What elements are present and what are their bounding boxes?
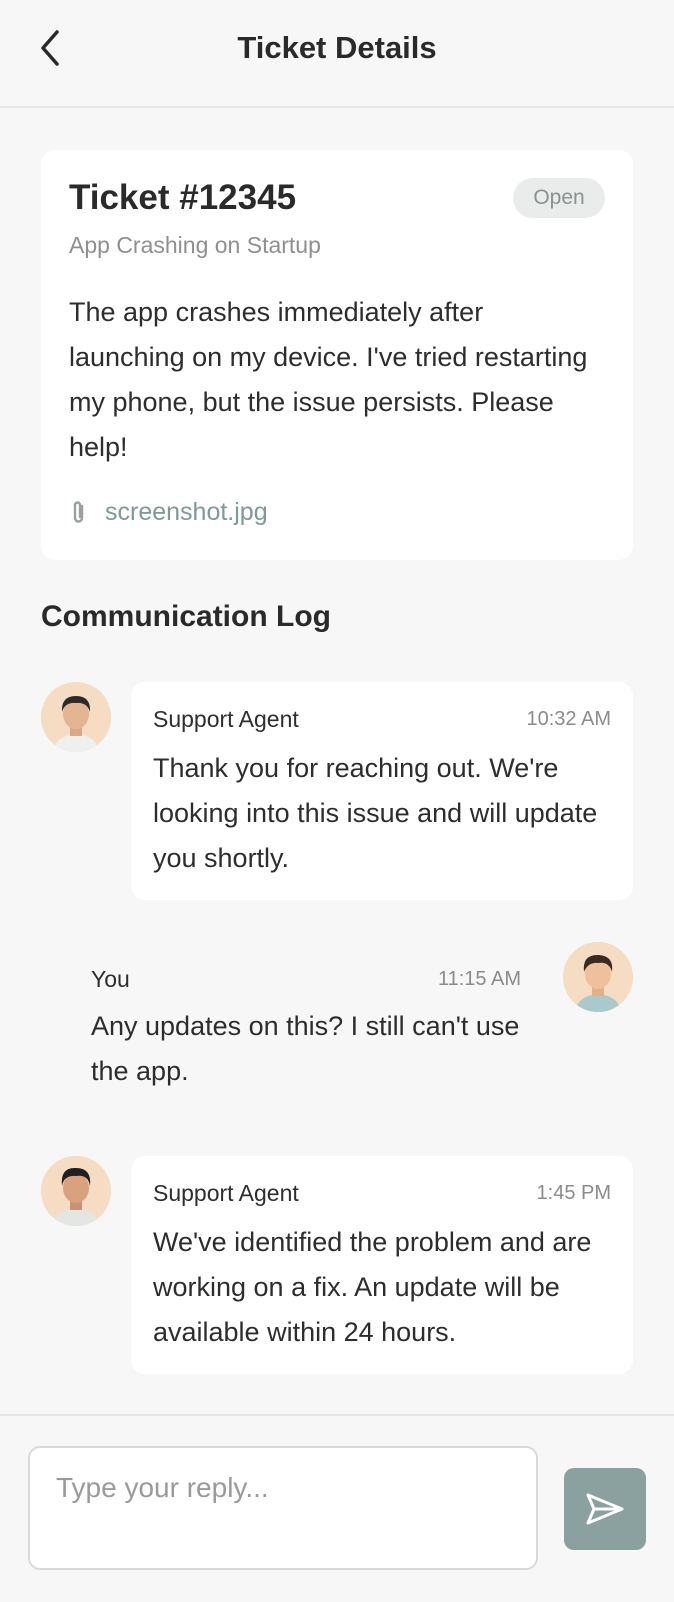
attachment-link[interactable]: screenshot.jpg: [69, 498, 268, 527]
message-time: 10:32 AM: [526, 708, 611, 730]
ticket-subject: App Crashing on Startup: [69, 232, 321, 258]
agent-avatar: [41, 682, 111, 752]
attachment-name: screenshot.jpg: [105, 498, 268, 526]
ticket-description: The app crashes immediately after launch…: [69, 297, 588, 462]
ticket-id: Ticket #12345: [69, 178, 297, 217]
message-sender: You: [91, 966, 130, 992]
message-text: We've identified the problem and are wor…: [153, 1227, 592, 1347]
message-bubble: Support Agent 10:32 AM Thank you for rea…: [131, 682, 633, 900]
send-icon: [586, 1493, 624, 1525]
paperclip-icon: [73, 500, 84, 523]
message-text: Thank you for reaching out. We're lookin…: [153, 753, 598, 873]
message-time: 1:45 PM: [536, 1182, 611, 1204]
ticket-card: Ticket #12345 Open App Crashing on Start…: [41, 150, 633, 560]
message-bubble: Support Agent 1:45 PM We've identified t…: [131, 1156, 633, 1374]
agent-avatar: [41, 1156, 111, 1226]
status-badge: Open: [513, 178, 605, 218]
message-sender: Support Agent: [153, 706, 299, 732]
app-header: Ticket Details: [0, 0, 674, 108]
message-time: 11:15 AM: [437, 968, 521, 990]
page-title: Ticket Details: [237, 30, 437, 65]
section-title: Communication Log: [41, 600, 331, 633]
reply-bar: [0, 1414, 674, 1602]
user-avatar: [563, 942, 633, 1012]
send-button[interactable]: [564, 1468, 646, 1550]
message-sender: Support Agent: [153, 1180, 299, 1206]
reply-input[interactable]: [28, 1446, 538, 1570]
message-text: Any updates on this? I still can't use t…: [91, 1011, 520, 1086]
